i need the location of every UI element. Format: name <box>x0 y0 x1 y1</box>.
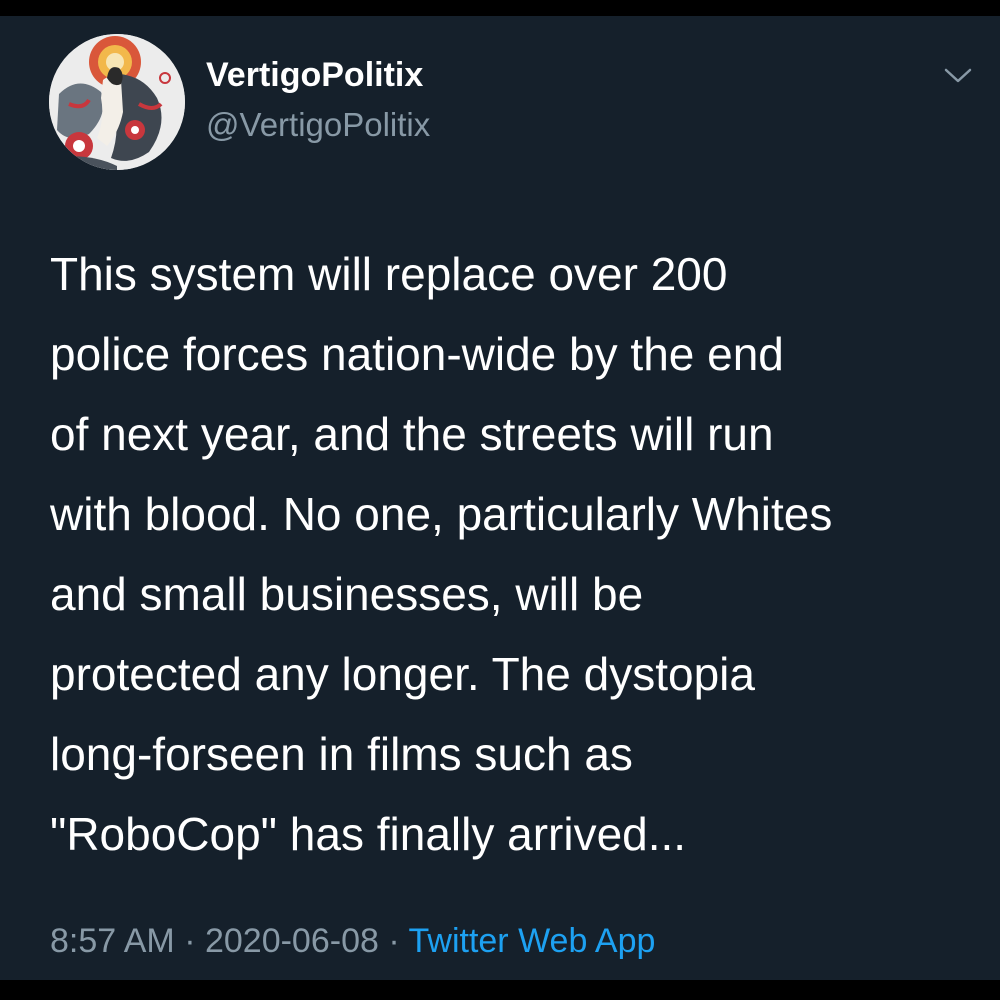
tweet-date[interactable]: 2020-06-08 <box>205 922 379 960</box>
tweet-card: VertigoPolitix @VertigoPolitix This syst… <box>0 16 1000 980</box>
meta-separator: · <box>378 922 409 960</box>
tweet-source-link[interactable]: Twitter Web App <box>409 922 656 960</box>
tweet-time[interactable]: 8:57 AM <box>50 922 175 960</box>
tweet-text: This system will replace over 200 police… <box>50 234 980 874</box>
tweet-menu-button[interactable] <box>940 64 976 88</box>
tweet-text-line: and small businesses, will be <box>50 568 644 620</box>
tweet-text-line: with blood. No one, particularly Whites <box>50 488 833 540</box>
tweet-text-line: protected any longer. The dystopia <box>50 648 755 700</box>
meta-separator: · <box>174 922 205 960</box>
tweet-text-line: This system will replace over 200 <box>50 248 728 300</box>
tweet-text-line: police forces nation-wide by the end <box>50 328 784 380</box>
author-display-name[interactable]: VertigoPolitix <box>206 56 423 95</box>
chevron-down-icon <box>944 68 972 83</box>
tweet-text-line: "RoboCop" has finally arrived... <box>50 808 687 860</box>
tweet-metadata: 8:57 AM · 2020-06-08 · Twitter Web App <box>50 922 655 961</box>
tweet-text-line: of next year, and the streets will run <box>50 408 774 460</box>
tweet-text-line: long-forseen in films such as <box>50 728 633 780</box>
author-handle[interactable]: @VertigoPolitix <box>206 106 430 144</box>
avatar[interactable] <box>49 34 185 170</box>
avatar-artwork-icon <box>49 34 185 170</box>
